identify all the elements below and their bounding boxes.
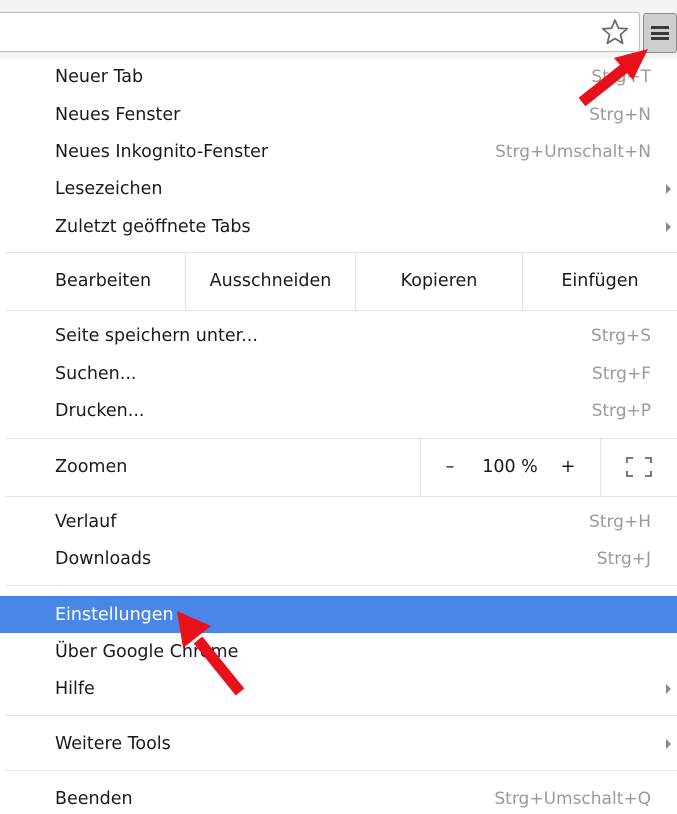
menu-item-label: Drucken... (55, 400, 145, 421)
copy-button[interactable]: Kopieren (355, 252, 522, 310)
address-bar[interactable] (0, 12, 640, 52)
menu-item-more-tools[interactable]: Weitere Tools (0, 725, 677, 762)
menu-separator (5, 310, 677, 311)
zoom-level-value: 100 % (482, 457, 538, 477)
menu-item-new-tab[interactable]: Neuer Tab Strg+T (0, 58, 677, 95)
menu-separator (5, 715, 677, 716)
browser-toolbar (0, 0, 677, 58)
menu-item-label: Einstellungen (55, 604, 174, 625)
menu-item-label: Verlauf (55, 511, 117, 532)
menu-item-shortcut: Strg+F (592, 363, 651, 384)
menu-item-label: Neues Fenster (55, 104, 181, 125)
menu-item-label: Über Google Chrome (55, 641, 239, 662)
edit-row-label: Bearbeiten (55, 271, 152, 291)
menu-item-new-window[interactable]: Neues Fenster Strg+N (0, 96, 677, 133)
zoom-label: Zoomen (55, 457, 128, 477)
submenu-arrow-icon (666, 683, 671, 694)
menu-item-label: Zuletzt geöffnete Tabs (55, 216, 251, 237)
menu-item-label: Hilfe (55, 678, 95, 699)
menu-item-print[interactable]: Drucken... Strg+P (0, 392, 677, 429)
bookmark-star-icon[interactable] (598, 15, 632, 49)
menu-item-downloads[interactable]: Downloads Strg+J (0, 540, 677, 577)
menu-item-label: Weitere Tools (55, 733, 171, 754)
menu-item-label: Downloads (55, 548, 152, 569)
menu-item-find[interactable]: Suchen... Strg+F (0, 355, 677, 392)
menu-item-shortcut: Strg+Umschalt+Q (494, 788, 651, 809)
menu-item-label: Beenden (55, 788, 133, 809)
edit-row: Bearbeiten Ausschneiden Kopieren Einfüge… (0, 252, 677, 310)
menu-separator (5, 496, 677, 497)
cut-button[interactable]: Ausschneiden (185, 252, 355, 310)
menu-item-bookmarks[interactable]: Lesezeichen (0, 170, 677, 207)
menu-item-save-page[interactable]: Seite speichern unter... Strg+S (0, 317, 677, 354)
chrome-menu-button[interactable] (643, 13, 677, 53)
menu-separator (5, 770, 677, 771)
menu-item-settings[interactable]: Einstellungen (0, 596, 677, 633)
menu-item-label: Suchen... (55, 363, 137, 384)
fullscreen-icon (626, 457, 652, 477)
paste-button[interactable]: Einfügen (522, 252, 677, 310)
zoom-in-button[interactable]: + (550, 438, 586, 496)
zoom-divider (420, 438, 421, 496)
fullscreen-button[interactable] (601, 438, 677, 496)
chrome-main-menu: Neuer Tab Strg+T Neues Fenster Strg+N Ne… (0, 58, 677, 814)
menu-item-label: Neuer Tab (55, 66, 144, 87)
menu-item-shortcut: Strg+J (596, 548, 651, 569)
menu-item-recent-tabs[interactable]: Zuletzt geöffnete Tabs (0, 208, 677, 245)
zoom-row: Zoomen – 100 % + (0, 438, 677, 496)
submenu-arrow-icon (666, 221, 671, 232)
menu-item-history[interactable]: Verlauf Strg+H (0, 503, 677, 540)
submenu-arrow-icon (666, 738, 671, 749)
menu-item-shortcut: Strg+S (591, 325, 651, 346)
menu-item-shortcut: Strg+N (589, 104, 651, 125)
menu-item-help[interactable]: Hilfe (0, 670, 677, 707)
hamburger-menu-icon (651, 26, 669, 40)
menu-item-label: Seite speichern unter... (55, 325, 258, 346)
menu-item-exit[interactable]: Beenden Strg+Umschalt+Q (0, 780, 677, 814)
zoom-out-button[interactable]: – (432, 438, 468, 496)
menu-item-shortcut: Strg+T (591, 66, 651, 87)
menu-item-shortcut: Strg+P (591, 400, 651, 421)
menu-item-about-chrome[interactable]: Über Google Chrome (0, 633, 677, 670)
menu-item-shortcut: Strg+H (589, 511, 651, 532)
menu-item-label: Neues Inkognito-Fenster (55, 141, 269, 162)
menu-item-new-incognito-window[interactable]: Neues Inkognito-Fenster Strg+Umschalt+N (0, 133, 677, 170)
menu-item-shortcut: Strg+Umschalt+N (495, 141, 651, 162)
submenu-arrow-icon (666, 183, 671, 194)
menu-item-label: Lesezeichen (55, 178, 163, 199)
menu-separator (5, 585, 677, 586)
